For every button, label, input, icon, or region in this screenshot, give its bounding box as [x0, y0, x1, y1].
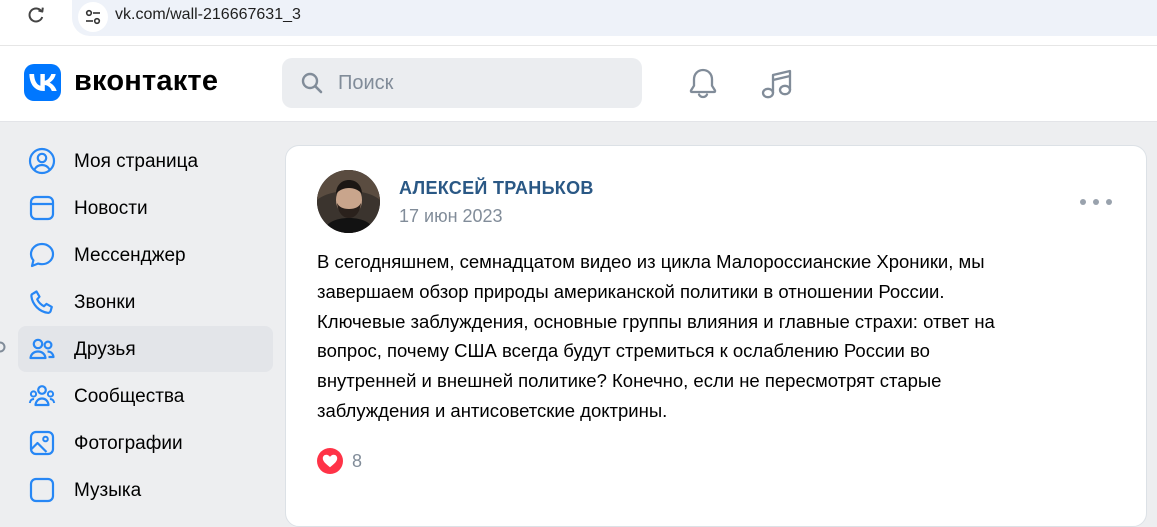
site-logo-text[interactable]: вконтакте — [74, 65, 218, 98]
news-icon — [28, 194, 56, 222]
sidebar-item-label: Музыка — [74, 480, 142, 501]
post-text-line: внутренней и внешней политике? Конечно, … — [317, 370, 942, 392]
browser-toolbar: vk.com/wall-216667631_3 — [0, 0, 1157, 46]
sidebar-item-music[interactable]: Музыка — [18, 467, 273, 513]
sidebar-item-calls[interactable]: Звонки — [18, 279, 273, 325]
url-text[interactable]: vk.com/wall-216667631_3 — [115, 6, 301, 24]
vk-logo-icon[interactable] — [24, 64, 61, 101]
address-bar[interactable]: vk.com/wall-216667631_3 — [72, 0, 1157, 36]
post-text-line: заблуждения и антисоветские доктрины. — [317, 399, 668, 421]
sidebar-item-label: Звонки — [74, 292, 136, 313]
site-header: вконтакте — [0, 46, 1157, 122]
post-text-line: вопрос, почему США всегда будут стремить… — [317, 340, 930, 362]
post-date[interactable]: 17 июн 2023 — [399, 206, 503, 227]
reload-icon[interactable] — [26, 5, 46, 25]
like-count: 8 — [352, 451, 363, 471]
chat-bubble-icon — [28, 241, 56, 269]
wall-post: АЛЕКСЕЙ ТРАНЬКОВ 17 июн 2023 В сегодняшн… — [285, 145, 1147, 527]
music-icon[interactable] — [758, 66, 794, 102]
sidebar-item-my-page[interactable]: Моя страница — [18, 138, 273, 184]
communities-icon — [28, 382, 56, 410]
sidebar-item-messenger[interactable]: Мессенджер — [18, 232, 273, 278]
site-settings-icon[interactable] — [78, 2, 108, 32]
post-text-line: В сегодняшнем, семнадцатом видео из цикл… — [317, 251, 985, 272]
like-button[interactable]: 8 — [317, 446, 377, 476]
sidebar-item-communities[interactable]: Сообщества — [18, 373, 273, 419]
bell-icon[interactable] — [686, 66, 720, 100]
search-box[interactable] — [282, 58, 642, 108]
sidebar-item-news[interactable]: Новости — [18, 185, 273, 231]
sidebar-item-friends[interactable]: Друзья — [18, 326, 273, 372]
sidebar-item-label: Фотографии — [74, 433, 183, 454]
post-text: В сегодняшнем, семнадцатом видео из цикл… — [317, 247, 1107, 426]
friends-icon — [28, 335, 56, 363]
post-text-line: завершаем обзор природы американской пол… — [317, 280, 945, 302]
sidebar-item-label: Моя страница — [74, 151, 199, 172]
user-circle-icon — [28, 147, 56, 175]
post-author-link[interactable]: АЛЕКСЕЙ ТРАНЬКОВ — [399, 178, 594, 199]
sidebar-item-label: Новости — [74, 198, 148, 219]
sidebar-item-label: Сообщества — [74, 386, 185, 407]
gear-icon[interactable] — [0, 340, 6, 353]
heart-icon — [317, 448, 343, 474]
left-sidebar: Моя страница Новости Мессенджер Звонки Д… — [0, 122, 280, 503]
music-icon — [28, 476, 56, 504]
sidebar-item-label: Мессенджер — [74, 245, 186, 266]
search-icon — [300, 71, 324, 95]
post-text-line: Ключевые заблуждения, основные группы вл… — [317, 310, 995, 332]
photo-icon — [28, 429, 56, 457]
search-input[interactable] — [338, 71, 628, 95]
more-options-icon[interactable] — [1080, 194, 1112, 210]
phone-icon — [28, 288, 56, 316]
avatar[interactable] — [317, 170, 380, 233]
sidebar-item-photos[interactable]: Фотографии — [18, 420, 273, 466]
sidebar-item-label: Друзья — [74, 339, 136, 360]
